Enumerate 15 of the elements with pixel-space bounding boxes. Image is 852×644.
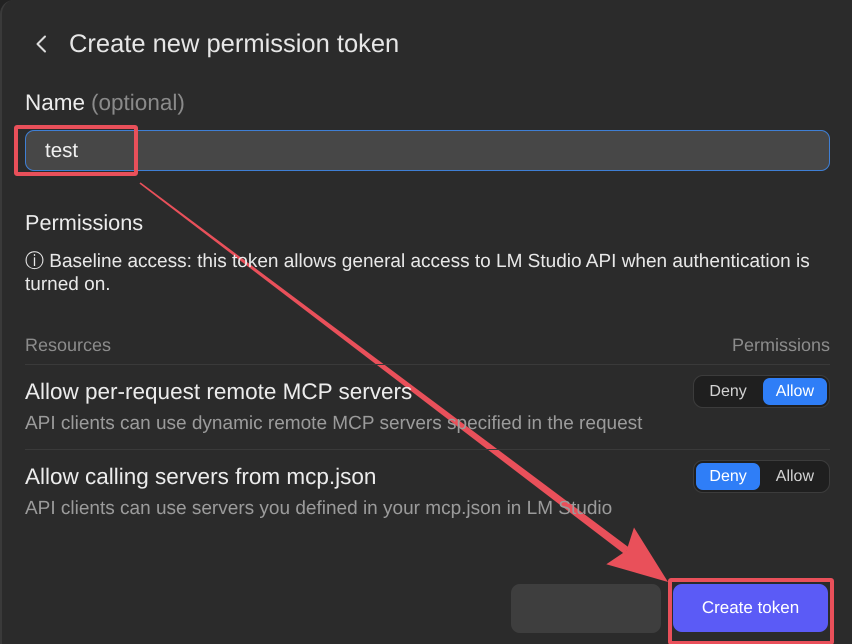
permission-title: Allow per-request remote MCP servers bbox=[25, 379, 414, 405]
toggle-option[interactable]: Allow bbox=[762, 378, 827, 405]
toggle-option[interactable]: Deny bbox=[696, 463, 760, 490]
field-label: Name bbox=[25, 90, 86, 116]
name-input[interactable]: test bbox=[25, 130, 830, 171]
toggle-option[interactable]: Deny bbox=[696, 378, 760, 405]
back-chevron-icon[interactable] bbox=[35, 35, 47, 53]
section-heading: Permissions bbox=[25, 210, 144, 236]
page-title: Create new permission token bbox=[69, 29, 400, 60]
primary-button[interactable]: Create token bbox=[673, 584, 828, 632]
toggle-option[interactable]: Allow bbox=[762, 463, 827, 490]
column-header: Resources bbox=[25, 334, 112, 356]
field-hint: (optional) bbox=[91, 90, 185, 116]
column-header: Permissions bbox=[732, 334, 830, 356]
permission-title: Allow calling servers from mcp.json bbox=[25, 464, 378, 490]
